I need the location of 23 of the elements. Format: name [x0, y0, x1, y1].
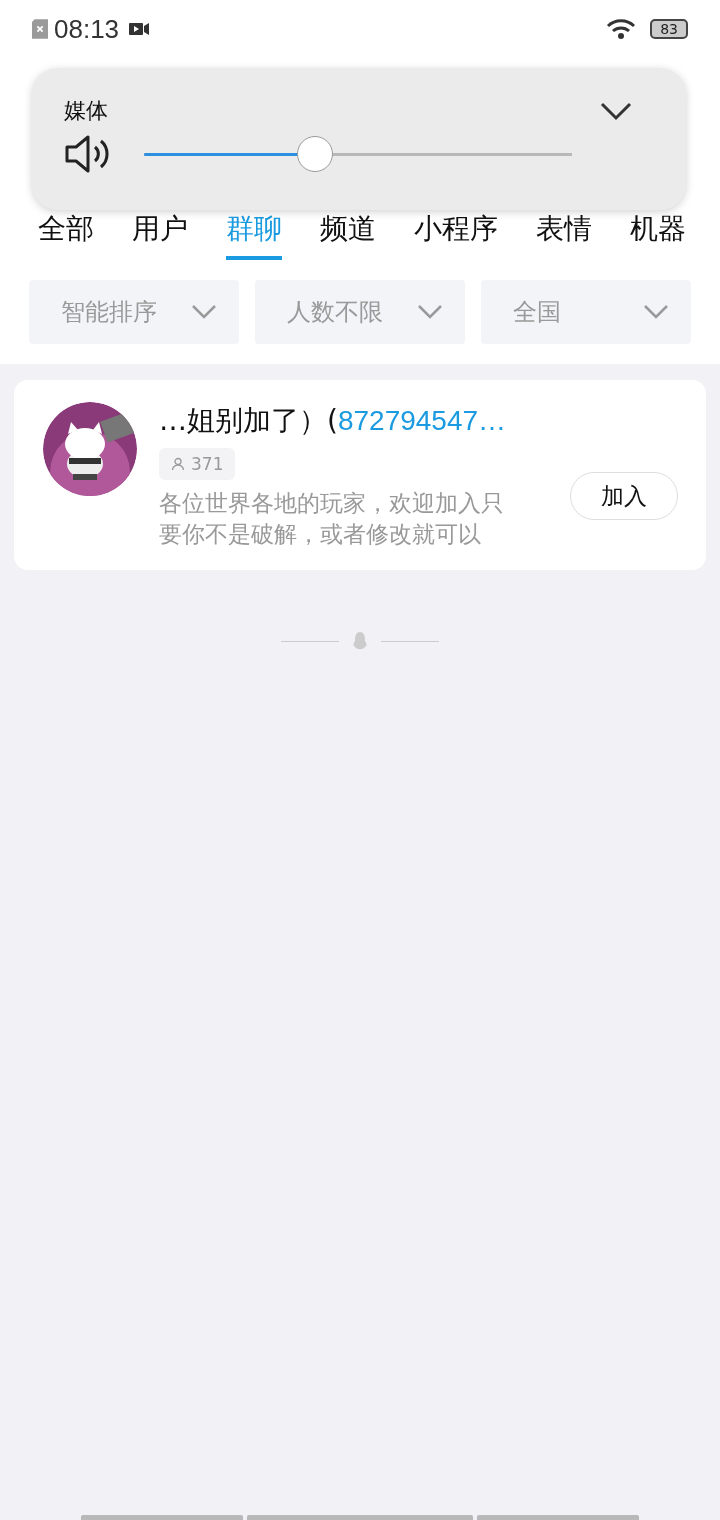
group-description: 各位世界各地的玩家，欢迎加入只要你不是破解，或者修改就可以: [159, 489, 505, 550]
tab[interactable]: 表情: [536, 210, 592, 260]
person-icon: [171, 457, 185, 471]
battery-indicator: 83: [650, 19, 688, 39]
chevron-down-icon: [643, 304, 669, 320]
group-title: …姐别加了）(872794547…: [159, 403, 508, 439]
tab[interactable]: 频道: [320, 210, 376, 260]
chevron-down-icon: [417, 304, 443, 320]
sim-icon: [32, 19, 48, 39]
member-count-tag: 371: [159, 448, 236, 480]
chevron-down-icon[interactable]: [600, 101, 632, 121]
tab[interactable]: 用户: [132, 210, 188, 260]
group-card[interactable]: …姐别加了）(872794547… 371 各位世界各地的玩家，欢迎加入只要你不是破解，或者修改就可以 加入: [14, 380, 706, 571]
wifi-icon: [606, 18, 637, 40]
tab[interactable]: 机器: [630, 210, 686, 260]
panel-title: 媒体: [64, 97, 108, 125]
tab[interactable]: 小程序: [414, 210, 498, 260]
chevron-down-icon: [191, 304, 217, 320]
clock: 08:13: [54, 13, 120, 45]
penguin-icon: [353, 632, 367, 651]
tab[interactable]: 全部: [38, 210, 94, 260]
video-camera-icon: [129, 22, 150, 36]
join-button[interactable]: 加入: [570, 472, 678, 520]
